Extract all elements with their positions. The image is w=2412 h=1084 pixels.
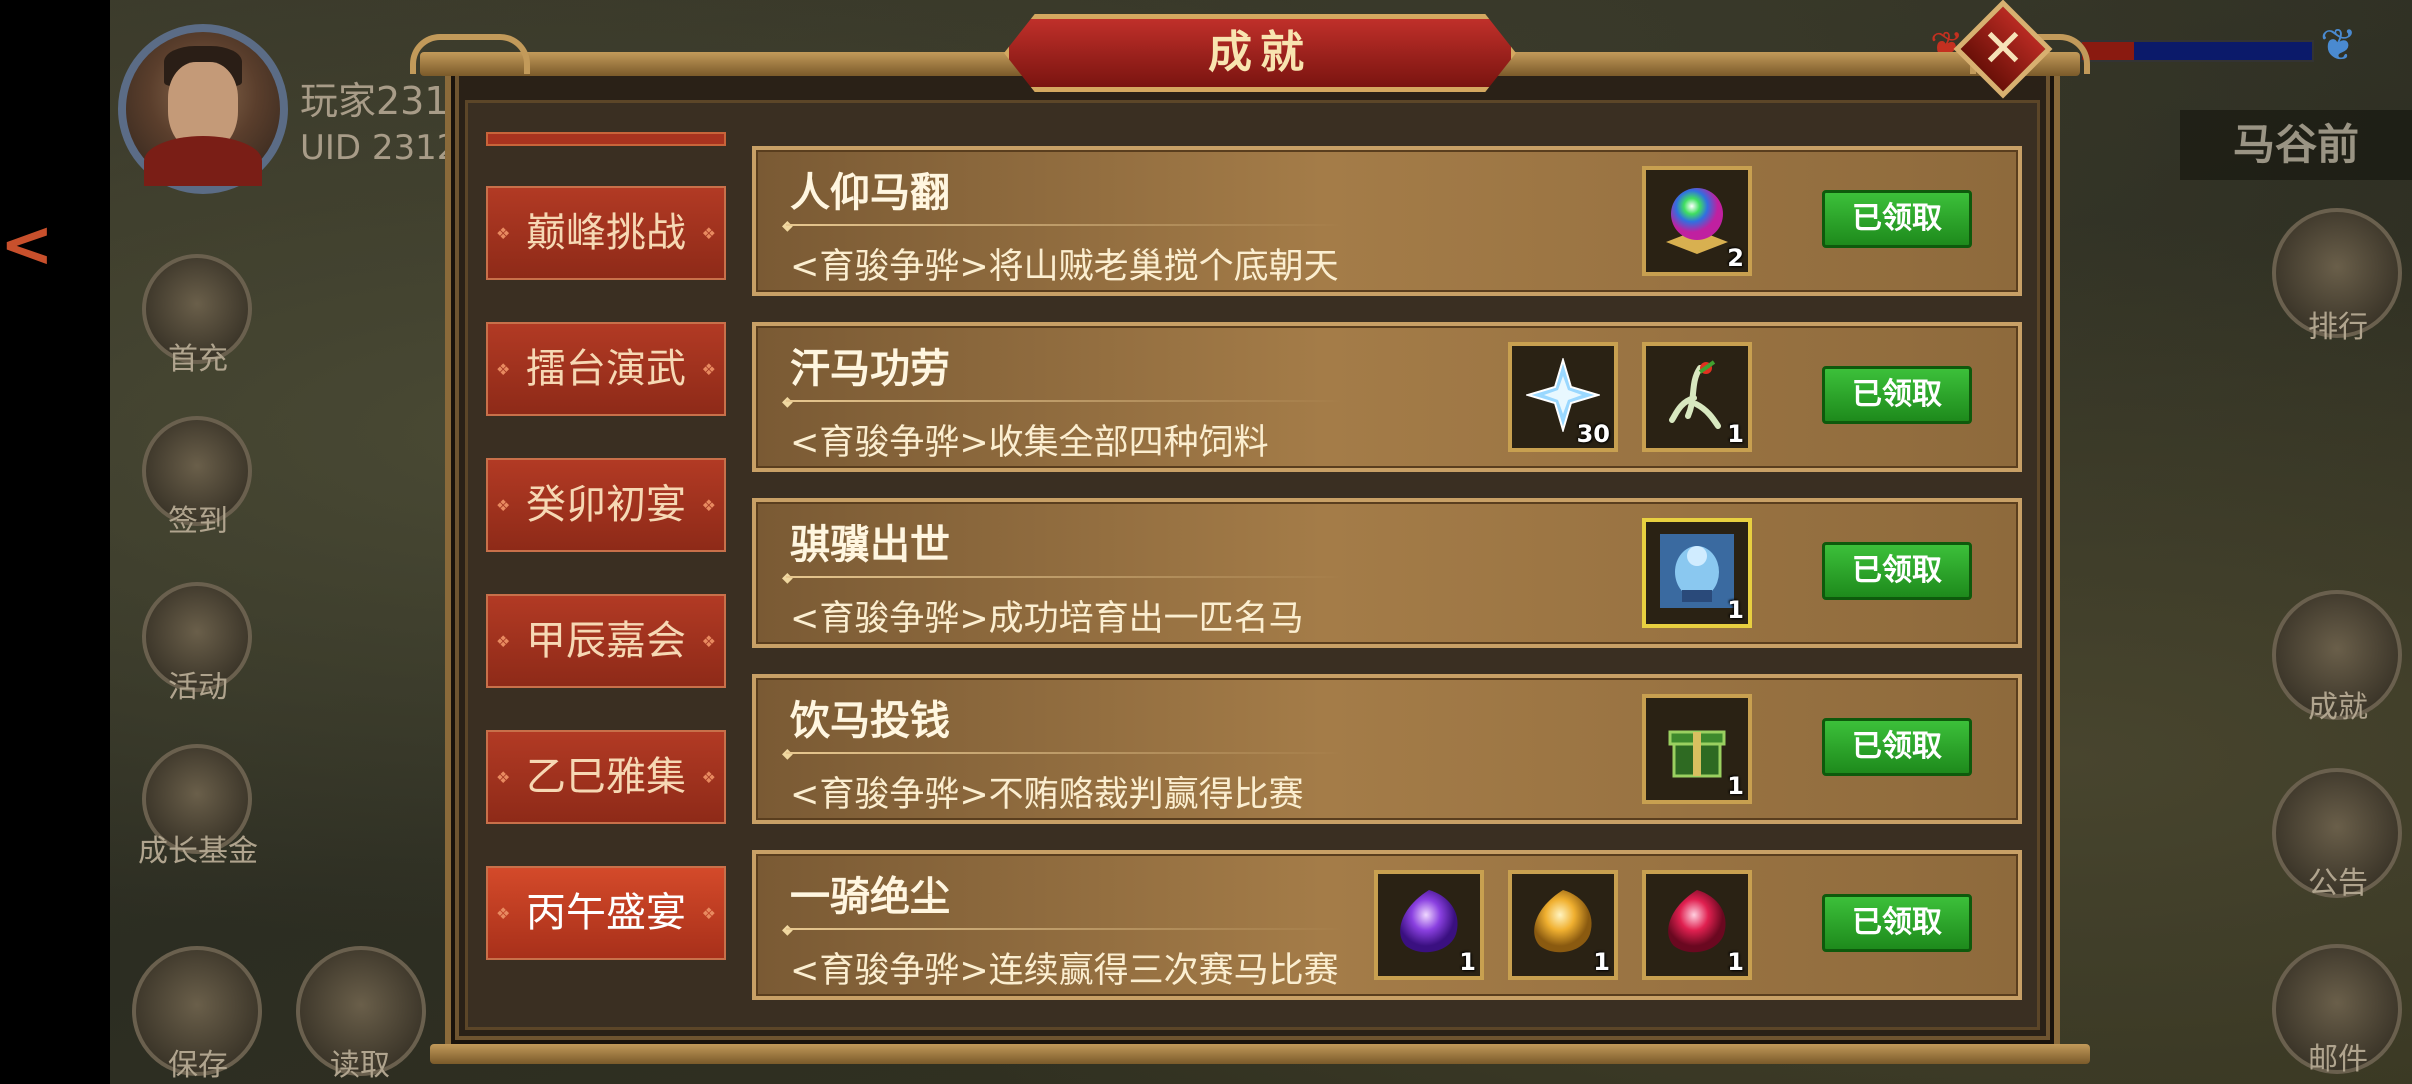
achievement-desc: <育骏争骅>连续赢得三次赛马比赛 — [790, 951, 1339, 991]
avatar-robe — [144, 136, 262, 186]
ginseng-icon — [1669, 360, 1721, 429]
tab-label: 癸卯初宴 — [526, 482, 686, 528]
achievement-row: 一骑绝尘 ◆ <育骏争骅>连续赢得三次赛马比赛 1 1 1 已领取 — [752, 850, 2022, 1000]
player-uid: UID 2312 — [300, 128, 459, 168]
reward-item[interactable]: 1 — [1642, 518, 1752, 628]
first-recharge-label: 首充 — [168, 342, 228, 377]
close-icon[interactable]: ✕ — [1968, 14, 2038, 84]
reward-item[interactable]: 1 — [1374, 870, 1484, 980]
reward-item[interactable]: 1 — [1642, 694, 1752, 804]
reward-item[interactable]: 2 — [1642, 166, 1752, 276]
system-side-bar: < — [0, 0, 110, 1084]
achievement-title: 人仰马翻 — [790, 170, 950, 216]
sign-in-label: 签到 — [168, 504, 228, 539]
claimed-button[interactable]: 已领取 — [1822, 718, 1972, 776]
tab-bingwu-banquet[interactable]: ❖ 丙午盛宴 ❖ — [486, 866, 726, 960]
reward-count: 1 — [1727, 772, 1744, 800]
reward-count: 1 — [1593, 948, 1610, 976]
tab-guimao-feast[interactable]: ❖ 癸卯初宴 ❖ — [486, 458, 726, 552]
player-name: 玩家231 — [300, 79, 449, 123]
reward-count: 30 — [1576, 420, 1610, 448]
tab-label: 丙午盛宴 — [526, 890, 686, 936]
green-box-icon — [1668, 730, 1726, 778]
achievement-row: 人仰马翻 ◆ <育骏争骅>将山贼老巢搅个底朝天 2 已领取 — [752, 146, 2022, 296]
reward-count: 2 — [1727, 244, 1744, 272]
reward-count: 1 — [1727, 420, 1744, 448]
reward-item[interactable]: 1 — [1642, 870, 1752, 980]
tab-label: 巅峰挑战 — [526, 210, 686, 256]
achievement-desc: <育骏争骅>成功培育出一匹名马 — [790, 599, 1304, 639]
rainbow-orb-icon — [1666, 188, 1728, 254]
claimed-button[interactable]: 已领取 — [1822, 190, 1972, 248]
panel-title: 成就 — [1208, 27, 1312, 78]
avatar[interactable] — [118, 24, 288, 194]
achievement-title: 骐骥出世 — [790, 522, 950, 568]
tab-jiachen-gathering[interactable]: ❖ 甲辰嘉会 ❖ — [486, 594, 726, 688]
reward-count: 1 — [1727, 948, 1744, 976]
growth-fund-label: 成长基金 — [138, 834, 258, 869]
ranking-label: 排行 — [2308, 310, 2368, 345]
achievement-desc: <育骏争骅>收集全部四种饲料 — [790, 423, 1269, 463]
claimed-button[interactable]: 已领取 — [1822, 366, 1972, 424]
claimed-button[interactable]: 已领取 — [1822, 542, 1972, 600]
tab-yisi-collection[interactable]: ❖ 乙巳雅集 ❖ — [486, 730, 726, 824]
tab-peak-challenge[interactable]: ❖ 巅峰挑战 ❖ — [486, 186, 726, 280]
tab-list-top-bar — [486, 132, 726, 146]
claimed-button[interactable]: 已领取 — [1822, 894, 1972, 952]
achievement-desc: <育骏争骅>不贿赂裁判赢得比赛 — [790, 775, 1304, 815]
power-bar — [2080, 40, 2314, 62]
purple-gem-icon — [1400, 890, 1458, 953]
reward-count: 1 — [1459, 948, 1476, 976]
achievement-label: 成就 — [2308, 690, 2368, 725]
mail-label: 邮件 — [2308, 1042, 2368, 1077]
reward-count: 1 — [1727, 596, 1744, 624]
achievement-row: 饮马投钱 ◆ <育骏争骅>不贿赂裁判赢得比赛 1 已领取 — [752, 674, 2022, 824]
reward-item[interactable]: 1 — [1508, 870, 1618, 980]
tab-label: 甲辰嘉会 — [526, 618, 686, 664]
gold-gem-icon — [1534, 890, 1592, 953]
reward-item[interactable]: 30 — [1508, 342, 1618, 452]
achievement-title: 一骑绝尘 — [790, 874, 950, 920]
tab-label: 乙巳雅集 — [526, 754, 686, 800]
achievement-title: 汗马功劳 — [790, 346, 950, 392]
save-label: 保存 — [168, 1048, 228, 1083]
achievement-row: 骐骥出世 ◆ <育骏争骅>成功培育出一匹名马 1 已领取 — [752, 498, 2022, 648]
tab-label: 擂台演武 — [526, 346, 686, 392]
back-arrow-icon[interactable]: < — [0, 210, 54, 280]
notice-label: 公告 — [2308, 866, 2368, 901]
blue-wing-icon: ❦ — [2320, 20, 2357, 71]
region-label: 马谷前 — [2180, 110, 2412, 180]
achievement-row: 汗马功劳 ◆ <育骏争骅>收集全部四种饲料 30 1 已领取 — [752, 322, 2022, 472]
red-gem-icon — [1668, 890, 1726, 953]
panel-bottom-rail — [430, 1044, 2090, 1064]
achievement-desc: <育骏争骅>将山贼老巢搅个底朝天 — [790, 247, 1339, 287]
reward-item[interactable]: 1 — [1642, 342, 1752, 452]
horse-card-icon — [1660, 534, 1734, 608]
achievement-title: 饮马投钱 — [790, 698, 950, 744]
tab-arena[interactable]: ❖ 擂台演武 ❖ — [486, 322, 726, 416]
activity-label: 活动 — [168, 670, 228, 705]
load-label: 读取 — [330, 1048, 390, 1083]
